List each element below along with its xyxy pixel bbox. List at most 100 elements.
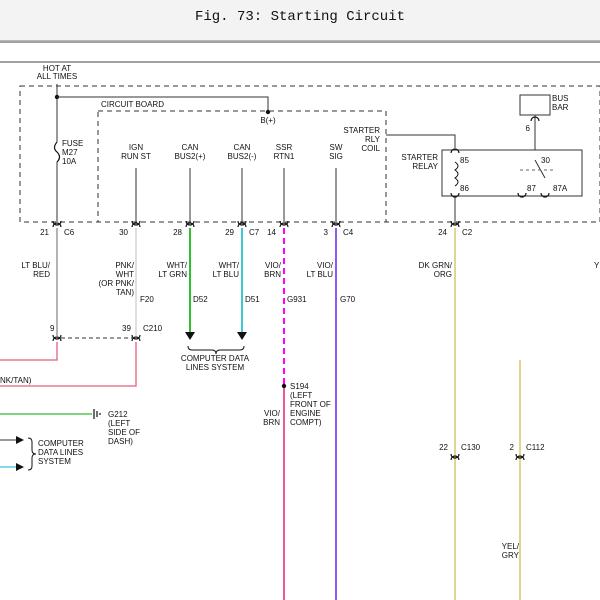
wire-label-wht-lt-blu-0: WHT/	[219, 261, 240, 270]
c210-name: C210	[143, 324, 163, 333]
wire-label-pnk-wht-1: WHT	[116, 270, 134, 279]
wire-label-vio-lt-blu-0: VIO/	[317, 261, 334, 270]
wire-label-lt-blu-red-0: LT BLU/	[21, 261, 50, 270]
c210-left-pin: 9	[50, 324, 55, 333]
pnk-tan-partial-label: NK/TAN)	[0, 376, 32, 385]
fuse-label-2: 10A	[62, 157, 77, 166]
starter-relay-coil-wire	[386, 134, 456, 148]
c130-pin: 22	[439, 443, 448, 452]
wire-label-wht-lt-blu-1: LT BLU	[213, 270, 240, 279]
connector-name-0: C6	[64, 228, 75, 237]
connector-pin-number-1: 30	[119, 228, 128, 237]
connector-name-5: C4	[343, 228, 354, 237]
connector-name-6: C2	[462, 228, 473, 237]
bplus-terminal	[265, 109, 271, 115]
bus-bar-outline	[519, 94, 551, 116]
wire-label-pnk-wht-2: (OR PNK/	[98, 279, 134, 288]
bus-bar-pin-label: 6	[526, 124, 531, 133]
wire-code-g931: G931	[287, 295, 307, 304]
splice-s194-label-1: (LEFT	[290, 391, 312, 400]
g212-label-3: DASH)	[108, 437, 133, 446]
connector-pin-number-5: 3	[324, 228, 329, 237]
splice-s194-label-3: ENGINE	[290, 409, 321, 418]
c112-pin: 2	[510, 443, 515, 452]
wire-lt-blu-red-lower	[0, 342, 58, 361]
relay-pin-30: 30	[541, 156, 550, 165]
splice-s194-label-2: FRONT OF	[290, 400, 331, 409]
wire-code-g70: G70	[340, 295, 356, 304]
computer-data-lines-label-2-0: COMPUTER	[38, 439, 84, 448]
bplus-label: B(+)	[260, 116, 276, 125]
wire-code-f20: F20	[140, 295, 154, 304]
relay-coil-symbol	[454, 161, 459, 187]
starter-relay-label-0: STARTER	[401, 153, 438, 162]
computer-data-lines-label-2-1: DATA LINES	[38, 448, 83, 457]
wire-code-d52: D52	[193, 295, 208, 304]
wire-label-lt-blu-red-1: RED	[33, 270, 50, 279]
relay-pin-87-terminal	[517, 192, 527, 198]
data-line-arrow-4	[16, 463, 24, 471]
data-line-arrow-2	[237, 332, 247, 340]
module-pin-label-4-0: SW	[330, 143, 343, 152]
wire-label-pnk-wht-0: PNK/	[115, 261, 134, 270]
starter-relay-coil-label-1: RLY	[365, 135, 381, 144]
connector-pin-number-2: 28	[173, 228, 182, 237]
connector-pin-number-0: 21	[40, 228, 49, 237]
wire-label-vio-brn-lower-0: VIO/	[264, 409, 281, 418]
data-lines-brace-1	[187, 345, 245, 355]
relay-pin-86-terminal	[450, 192, 460, 198]
bus-bar-label-0: BUS	[552, 94, 568, 103]
g212-label-0: G212	[108, 410, 128, 419]
wire-label-yel-gry-0: YEL/	[502, 542, 520, 551]
splice-s194-label-0: S194	[290, 382, 309, 391]
connector-pin-number-3: 29	[225, 228, 234, 237]
fuse-label-0: FUSE	[62, 139, 83, 148]
relay-pin-85: 85	[460, 156, 469, 165]
data-line-arrow-3	[16, 436, 24, 444]
connector-pin-number-4: 14	[267, 228, 276, 237]
module-pin-label-2-0: CAN	[234, 143, 251, 152]
hot-at-all-times-label-1: ALL TIMES	[37, 72, 77, 81]
module-pin-label-4-1: SIG	[329, 152, 343, 161]
splice-s194	[281, 383, 287, 389]
fuse-label-1: M27	[62, 148, 78, 157]
module-pin-label-2-1: BUS2(-)	[228, 152, 257, 161]
module-pin-label-0-1: RUN ST	[121, 152, 151, 161]
computer-data-lines-label-2-2: SYSTEM	[38, 457, 71, 466]
starter-relay-coil-label-0: STARTER	[343, 126, 380, 135]
data-line-arrow-1	[185, 332, 195, 340]
wire-label-vio-brn-lower-1: BRN	[263, 418, 280, 427]
circuit-board-label: CIRCUIT BOARD	[101, 100, 164, 109]
relay-pin-87: 87	[527, 184, 536, 193]
connector-pin-number-6: 24	[438, 228, 447, 237]
starting-circuit-diagram: HOT ATALL TIMESFUSEM2710AB(+)CIRCUIT BOA…	[0, 41, 600, 600]
starter-relay-label-1: RELAY	[412, 162, 438, 171]
wire-label-vio-lt-blu-1: LT BLU	[307, 270, 334, 279]
splice-s194-label-4: COMPT)	[290, 418, 322, 427]
computer-data-lines-label-1-1: LINES SYSTEM	[186, 363, 245, 372]
module-pin-label-1-1: BUS2(+)	[175, 152, 206, 161]
module-pin-label-3-0: SSR	[276, 143, 293, 152]
module-pin-label-0-0: IGN	[129, 143, 143, 152]
wire-label-wht-lt-grn-0: WHT/	[167, 261, 188, 270]
c210-right-pin: 39	[122, 324, 131, 333]
connector-name-3: C7	[249, 228, 260, 237]
wire-label-vio-brn-1: BRN	[264, 270, 281, 279]
wire-label-yel-gry-1: GRY	[502, 551, 520, 560]
c112-name: C112	[526, 443, 545, 452]
fuse-symbol	[53, 141, 61, 163]
bus-bar-label-1: BAR	[552, 103, 569, 112]
g212-label-2: SIDE OF	[108, 428, 140, 437]
starter-relay-coil-label-2: COIL	[361, 144, 380, 153]
module-pin-label-3-1: RTN1	[274, 152, 295, 161]
relay-pin-86: 86	[460, 184, 469, 193]
wire-label-y-partial-0: Y	[594, 261, 600, 270]
relay-pin-87a: 87A	[553, 184, 568, 193]
relay-pin-85-terminal	[450, 148, 460, 154]
wire-code-d51: D51	[245, 295, 260, 304]
wire-label-pnk-wht-3: TAN)	[116, 288, 134, 297]
wire-label-vio-brn-0: VIO/	[265, 261, 282, 270]
wire-label-dk-grn-org-1: ORG	[434, 270, 452, 279]
computer-data-lines-label-1-0: COMPUTER DATA	[181, 354, 250, 363]
c130-name: C130	[461, 443, 481, 452]
